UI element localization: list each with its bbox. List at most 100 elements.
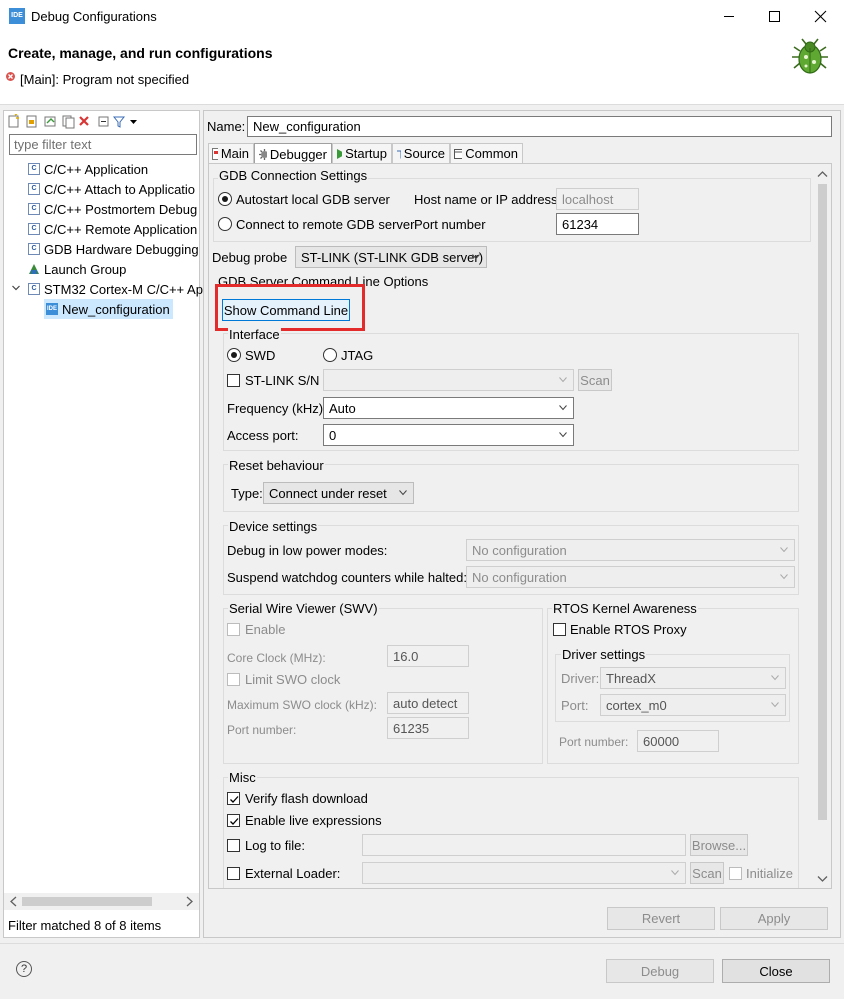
vscroll-thumb[interactable] bbox=[818, 184, 827, 820]
browse-button[interactable]: Browse... bbox=[690, 834, 748, 856]
content-vscrollbar[interactable] bbox=[814, 164, 831, 888]
jtag-label: JTAG bbox=[341, 348, 374, 363]
rtos-port-number-label: Port number: bbox=[559, 735, 629, 749]
window-title: Debug Configurations bbox=[31, 9, 157, 24]
ext-loader-scan-button[interactable]: Scan bbox=[690, 862, 724, 884]
frequency-value: Auto bbox=[329, 400, 356, 416]
ext-loader-checkbox[interactable] bbox=[227, 867, 240, 880]
port-field[interactable]: 61234 bbox=[556, 213, 639, 235]
export-icon bbox=[44, 116, 56, 127]
max-swo-label: Maximum SWO clock (kHz): bbox=[227, 698, 377, 712]
debug-button[interactable]: Debug bbox=[606, 959, 714, 983]
rtos-title: RTOS Kernel Awareness bbox=[552, 601, 698, 617]
device-title: Device settings bbox=[228, 519, 319, 535]
common-tab-icon bbox=[454, 148, 463, 159]
new-prototype-icon bbox=[26, 115, 37, 128]
name-value: New_configuration bbox=[253, 119, 361, 134]
tree-item-label: C/C++ Postmortem Debug bbox=[44, 201, 198, 217]
access-port-select[interactable]: 0 bbox=[323, 424, 574, 446]
tree-item-launch-group[interactable]: Launch Group bbox=[28, 259, 126, 279]
swv-port-field[interactable]: 61235 bbox=[387, 717, 469, 739]
live-expr-checkbox[interactable] bbox=[227, 814, 240, 827]
max-swo-value: auto detect bbox=[393, 695, 458, 711]
tab-startup[interactable]: Startup bbox=[332, 143, 392, 163]
duplicate-icon bbox=[62, 115, 75, 129]
apply-button[interactable]: Apply bbox=[720, 907, 828, 930]
watchdog-value: No configuration bbox=[472, 569, 567, 585]
autostart-radio[interactable] bbox=[218, 192, 232, 206]
tree-item-c-postmortem[interactable]: C C/C++ Postmortem Debug bbox=[28, 199, 197, 219]
maximize-button[interactable] bbox=[752, 0, 798, 33]
remote-label: Connect to remote GDB server bbox=[236, 217, 415, 232]
rtos-port-number-field[interactable]: 60000 bbox=[637, 730, 719, 752]
access-port-label: Access port: bbox=[227, 428, 299, 443]
tab-label: Debugger bbox=[269, 146, 327, 162]
stlink-sn-checkbox[interactable] bbox=[227, 374, 240, 387]
tab-source[interactable]: Source bbox=[392, 143, 450, 163]
tree-item-label: C/C++ Remote Application bbox=[44, 221, 198, 237]
filter-icon bbox=[112, 116, 126, 128]
sidebar-hscroll-thumb[interactable] bbox=[22, 897, 152, 906]
sidebar-filter-input[interactable]: type filter text bbox=[9, 134, 197, 155]
low-power-label: Debug in low power modes: bbox=[227, 543, 388, 558]
collapse-all-icon bbox=[98, 116, 109, 127]
misc-title: Misc bbox=[228, 770, 257, 786]
sidebar-hscrollbar[interactable] bbox=[4, 893, 199, 910]
stlink-sn-select[interactable] bbox=[323, 369, 574, 391]
host-label: Host name or IP address bbox=[414, 192, 558, 207]
tab-main[interactable]: Main bbox=[208, 143, 254, 163]
stlink-sn-label: ST-LINK S/N bbox=[245, 373, 320, 388]
ext-loader-select[interactable] bbox=[362, 862, 686, 884]
debug-probe-select[interactable]: ST-LINK (ST-LINK GDB server) bbox=[295, 246, 487, 268]
frequency-select[interactable]: Auto bbox=[323, 397, 574, 419]
help-icon: ? bbox=[20, 963, 28, 975]
driver-value: ThreadX bbox=[606, 670, 656, 686]
watchdog-select[interactable]: No configuration bbox=[466, 566, 795, 588]
close-button[interactable]: Close bbox=[722, 959, 830, 983]
scroll-up-icon bbox=[817, 171, 828, 177]
reset-type-select[interactable]: Connect under reset bbox=[263, 482, 414, 504]
rtos-port-select[interactable]: cortex_m0 bbox=[600, 694, 786, 716]
live-expr-label: Enable live expressions bbox=[245, 813, 382, 828]
c-launch-icon: C bbox=[28, 223, 40, 235]
tree-item-gdb-hardware[interactable]: C GDB Hardware Debugging bbox=[28, 239, 199, 259]
stlink-scan-button[interactable]: Scan bbox=[578, 369, 612, 391]
revert-button[interactable]: Revert bbox=[607, 907, 715, 930]
partial-checkbox[interactable] bbox=[227, 888, 240, 889]
driver-select[interactable]: ThreadX bbox=[600, 667, 786, 689]
delete-icon bbox=[79, 116, 89, 126]
filter-placeholder: type filter text bbox=[14, 137, 92, 152]
swd-radio[interactable] bbox=[227, 348, 241, 362]
rtos-enable-checkbox[interactable] bbox=[553, 623, 566, 636]
name-field[interactable]: New_configuration bbox=[247, 116, 832, 137]
jtag-radio[interactable] bbox=[323, 348, 337, 362]
low-power-select[interactable]: No configuration bbox=[466, 539, 795, 561]
chevron-down-icon bbox=[780, 547, 788, 553]
host-field[interactable]: localhost bbox=[556, 188, 639, 210]
limit-swo-checkbox[interactable] bbox=[227, 673, 240, 686]
log-file-field[interactable] bbox=[362, 834, 686, 856]
log-file-label: Log to file: bbox=[245, 838, 305, 853]
tree-item-c-remote[interactable]: C C/C++ Remote Application bbox=[28, 219, 197, 239]
tree-item-new-configuration[interactable]: IDE New_configuration bbox=[44, 299, 173, 319]
tree-expand-toggle[interactable] bbox=[11, 283, 21, 293]
close-window-button[interactable] bbox=[798, 0, 844, 33]
tree-item-stm32[interactable]: C STM32 Cortex-M C/C++ Ap bbox=[28, 279, 203, 299]
tab-content: GDB Connection Settings Autostart local … bbox=[208, 163, 832, 889]
log-file-checkbox[interactable] bbox=[227, 839, 240, 852]
tree-item-c-attach[interactable]: C C/C++ Attach to Applicatio bbox=[28, 179, 195, 199]
minimize-button[interactable] bbox=[706, 0, 752, 33]
initialize-checkbox[interactable] bbox=[729, 867, 742, 880]
max-swo-field[interactable]: auto detect bbox=[387, 692, 469, 714]
swv-enable-checkbox[interactable] bbox=[227, 623, 240, 636]
remote-radio[interactable] bbox=[218, 217, 232, 231]
tab-common[interactable]: Common bbox=[450, 143, 523, 163]
tab-debugger[interactable]: Debugger bbox=[254, 143, 332, 164]
ext-loader-label: External Loader: bbox=[245, 866, 341, 881]
tree-item-c-application[interactable]: C C/C++ Application bbox=[28, 159, 148, 179]
verify-flash-checkbox[interactable] bbox=[227, 792, 240, 805]
c-launch-icon: C bbox=[28, 243, 40, 255]
port-value: 61234 bbox=[562, 216, 599, 232]
help-button[interactable]: ? bbox=[16, 961, 32, 977]
core-clock-field[interactable]: 16.0 bbox=[387, 645, 469, 667]
